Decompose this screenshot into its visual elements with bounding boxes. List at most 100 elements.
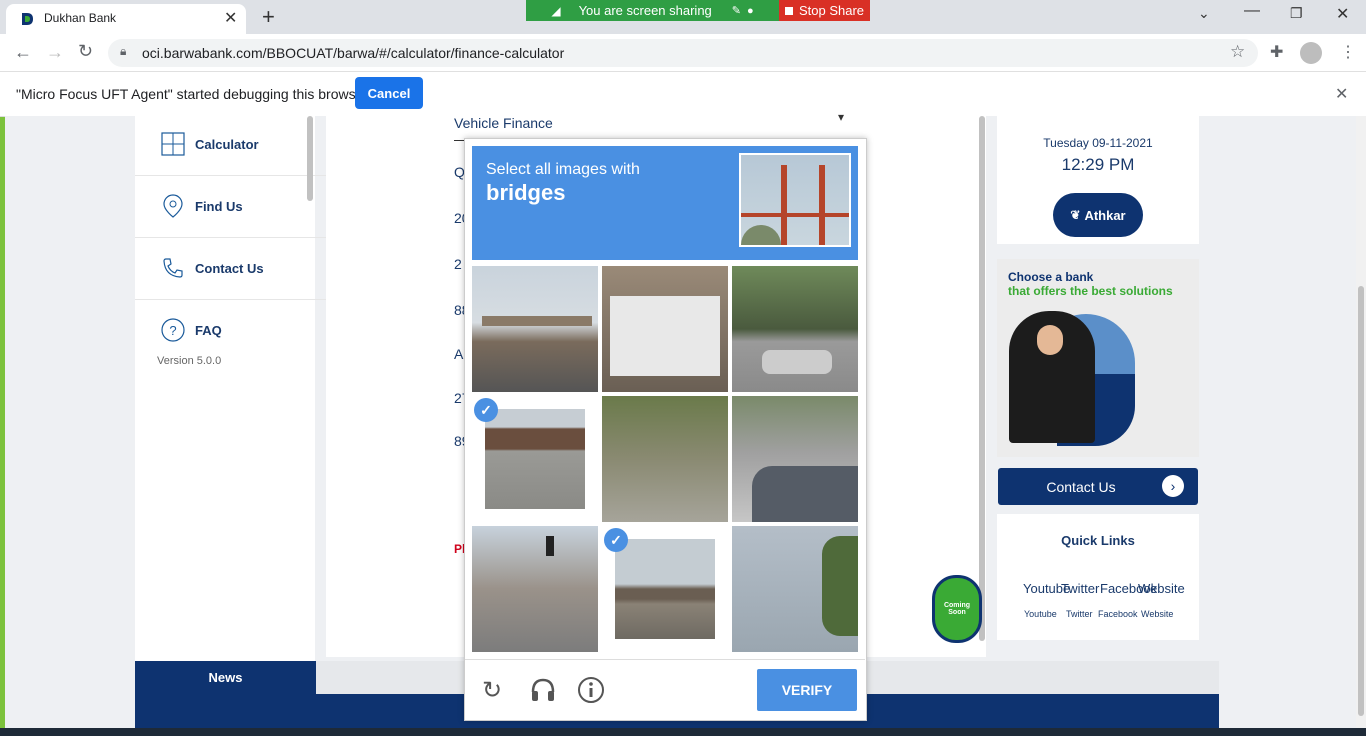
form-field-value[interactable]: 2 <box>454 256 462 272</box>
infobar-close-icon[interactable]: ✕ <box>1335 84 1348 104</box>
sidebar-item-contact-us[interactable]: Contact Us <box>135 237 330 300</box>
contact-us-label: Contact Us <box>1046 479 1116 495</box>
os-taskbar <box>0 728 1366 736</box>
address-bar[interactable]: 🔒︎ oci.barwabank.com/BBOCUAT/barwa/#/cal… <box>108 39 1258 67</box>
profile-avatar[interactable] <box>1300 42 1322 64</box>
promo-banner[interactable]: Choose a bank that offers the best solut… <box>997 259 1199 457</box>
captcha-tile-8[interactable]: ✓ <box>602 526 728 652</box>
twitter-link[interactable]: Twitter <box>1066 609 1093 619</box>
reload-icon[interactable]: ↻ <box>78 41 93 62</box>
bookmark-star-icon[interactable]: ☆ <box>1230 42 1245 62</box>
chevron-down-icon[interactable]: ▾ <box>838 110 844 124</box>
url-text: oci.barwabank.com/BBOCUAT/barwa/#/calcul… <box>142 45 565 61</box>
athkar-label: Athkar <box>1084 207 1126 223</box>
svg-text:?: ? <box>169 323 176 338</box>
stop-icon <box>784 6 793 15</box>
back-icon[interactable]: ← <box>14 42 32 63</box>
contact-us-button[interactable]: Contact Us › <box>998 468 1198 505</box>
overpass-image-selected <box>615 539 715 639</box>
extensions-icon[interactable]: ✚ <box>1270 42 1283 62</box>
date-text: Tuesday 09-11-2021 <box>1043 136 1153 150</box>
sidebar-item-faq[interactable]: ? FAQ <box>135 299 330 361</box>
stop-share-button[interactable]: Stop Share <box>779 0 870 21</box>
truck-shape <box>610 296 720 376</box>
captcha-divider <box>465 659 865 660</box>
captcha-tile-5[interactable] <box>602 396 728 522</box>
reload-challenge-icon[interactable]: ↻ <box>482 676 502 705</box>
main-scrollbar[interactable] <box>979 116 985 641</box>
window-close-icon[interactable]: ✕ <box>1336 4 1349 24</box>
car-shape <box>752 466 858 522</box>
form-field-value[interactable]: A <box>454 346 463 362</box>
hands-icon: ❦ <box>1070 208 1081 222</box>
twitter-link-image[interactable]: Twitter <box>1061 581 1099 596</box>
audio-challenge-icon[interactable] <box>529 676 557 704</box>
bridge-tower <box>781 165 787 245</box>
car-shape <box>762 350 832 374</box>
news-label: News <box>135 661 316 694</box>
overpass-shape <box>482 316 592 326</box>
captcha-tile-1[interactable] <box>472 266 598 392</box>
coming-soon-label: Coming Soon <box>943 602 971 616</box>
minimize-icon[interactable]: — <box>1244 2 1260 20</box>
sidebar-item-label: Contact Us <box>195 260 264 276</box>
forward-icon[interactable]: → <box>46 42 64 63</box>
captcha-tile-2[interactable] <box>602 266 728 392</box>
verify-button[interactable]: VERIFY <box>757 669 857 711</box>
page-scroll-thumb[interactable] <box>1358 286 1364 716</box>
promo-headline: Choose a bank <box>1008 270 1094 284</box>
new-tab-button[interactable]: + <box>262 4 275 30</box>
share-status-icon: ◢ <box>551 3 561 18</box>
info-icon[interactable] <box>577 676 605 704</box>
menu-kebab-icon[interactable]: ⋮ <box>1340 42 1356 62</box>
phone-icon <box>161 256 185 280</box>
bridge-image-selected <box>485 409 585 509</box>
sidebar-item-find-us[interactable]: Find Us <box>135 175 330 238</box>
browser-tab[interactable]: Dukhan Bank ✕ <box>6 4 246 34</box>
captcha-tile-3[interactable] <box>732 266 858 392</box>
captcha-target: bridges <box>486 180 566 205</box>
cancel-debug-button[interactable]: Cancel <box>355 77 423 109</box>
finance-type-select[interactable]: Vehicle Finance <box>454 115 553 131</box>
traffic-light-icon <box>546 536 554 556</box>
dukhan-favicon-icon <box>20 12 34 26</box>
captcha-tile-6[interactable] <box>732 396 858 522</box>
website-link[interactable]: Website <box>1141 609 1173 619</box>
close-tab-icon[interactable]: ✕ <box>224 8 237 28</box>
bridge-deck <box>741 213 849 217</box>
captcha-instruction: Select all images with <box>486 161 640 178</box>
screen-share-message: You are screen sharing <box>578 3 712 18</box>
checkmark-icon: ✓ <box>604 528 628 552</box>
sidebar-item-calculator[interactable]: Calculator <box>135 113 330 176</box>
chatbot-launcher[interactable]: Coming Soon <box>932 575 982 643</box>
palm-shape <box>822 536 858 636</box>
captcha-tile-9[interactable] <box>732 526 858 652</box>
sidebar-item-label: FAQ <box>195 322 222 338</box>
stop-share-label: Stop Share <box>798 3 865 18</box>
page-scrollbar[interactable] <box>1356 116 1366 736</box>
tab-title: Dukhan Bank <box>44 11 117 25</box>
restore-icon[interactable]: ❐ <box>1290 5 1303 22</box>
quick-links-card: Quick Links Youtube Twitter Facebook Web… <box>997 514 1199 640</box>
question-icon: ? <box>161 318 185 342</box>
website-link-image[interactable]: Website <box>1138 581 1185 596</box>
quick-links-title: Quick Links <box>1061 533 1135 548</box>
checkmark-icon: ✓ <box>474 398 498 422</box>
captcha-tile-4[interactable]: ✓ <box>472 396 598 522</box>
athkar-button[interactable]: ❦ Athkar <box>1053 193 1143 237</box>
time-text: 12:29 PM <box>1061 155 1135 174</box>
sidebar-item-label: Find Us <box>195 198 243 214</box>
hills <box>741 225 781 245</box>
sidebar-item-label: Calculator <box>195 136 259 152</box>
youtube-link[interactable]: Youtube <box>1024 609 1057 619</box>
screen-share-banner: ◢ You are screen sharing ✎ ● <box>526 0 779 21</box>
captcha-tile-7[interactable] <box>472 526 598 652</box>
lock-icon: 🔒︎ <box>120 44 127 58</box>
mic-muted-icon[interactable]: ✎ <box>732 4 741 17</box>
calculator-icon <box>161 132 185 156</box>
version-text: Version 5.0.0 <box>157 355 222 367</box>
sidebar-scrollbar[interactable] <box>307 116 313 201</box>
facebook-link[interactable]: Facebook <box>1098 609 1138 619</box>
bridge-tower <box>819 165 825 245</box>
tab-search-icon[interactable]: ⌄ <box>1198 5 1210 22</box>
